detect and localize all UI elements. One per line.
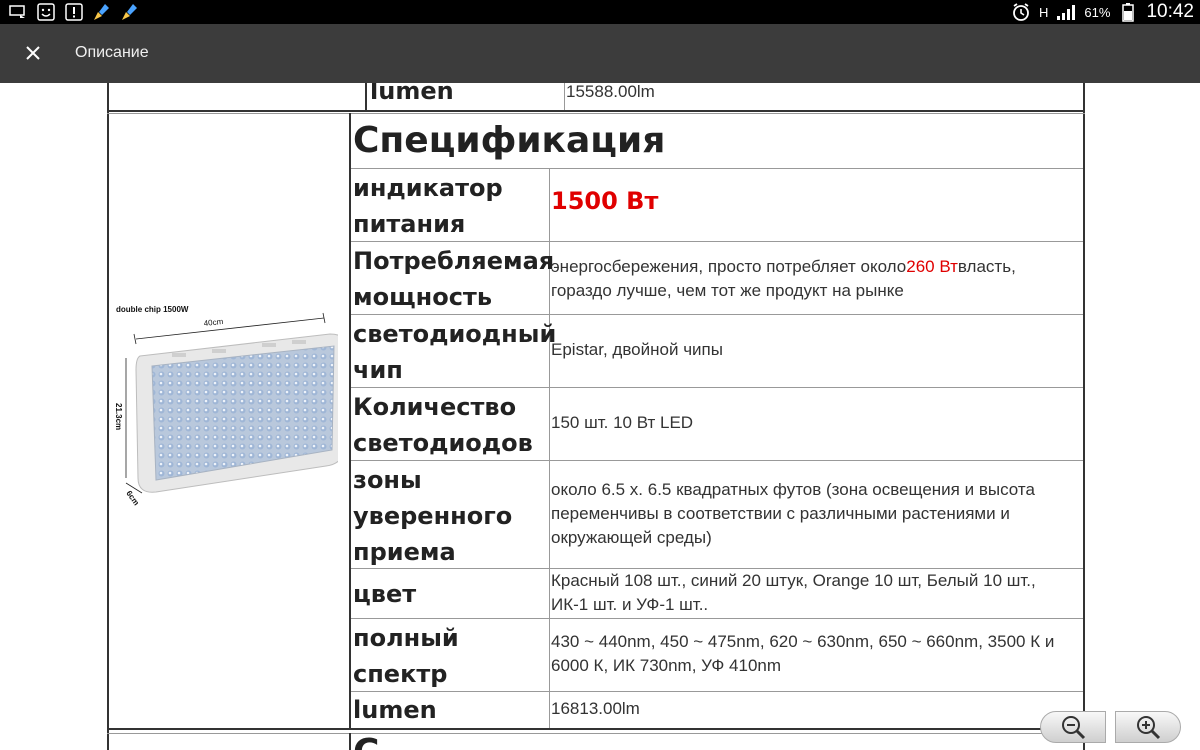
power-label: индикатор питания — [353, 174, 503, 238]
app-bar: Описание — [0, 24, 1200, 83]
spec-title: Спецификация — [353, 120, 666, 161]
alarm-icon — [1011, 2, 1031, 22]
lumen-label: lumen — [353, 696, 437, 724]
cleaner-icon-2 — [120, 2, 140, 22]
spectrum-label: полный спектр — [353, 624, 459, 688]
alert-icon — [64, 2, 84, 22]
close-button[interactable] — [18, 38, 48, 68]
color-label: цвет — [353, 580, 417, 608]
count-label: Количество светодиодов — [353, 393, 533, 457]
width-label: 40cm — [203, 317, 224, 328]
signal-icon — [1056, 2, 1076, 22]
power-value: 1500 Вт — [551, 187, 659, 215]
zoom-out-icon — [1062, 716, 1086, 740]
divider — [365, 83, 367, 110]
lumen-value: 16813.00lm — [551, 699, 640, 718]
count-value: 150 шт. 10 Вт LED — [551, 413, 694, 432]
notification-icons — [8, 2, 140, 22]
color-value: Красный 108 шт., синий 20 штук, Orange 1… — [551, 571, 1036, 614]
depth-label: 6cm — [124, 489, 141, 507]
zoom-in-icon — [1137, 716, 1161, 740]
divider — [107, 113, 1085, 114]
battery-percent: 61% — [1084, 4, 1111, 20]
zoom-out-button[interactable] — [1040, 711, 1106, 743]
divider — [351, 618, 1083, 619]
page-title: Описание — [75, 44, 149, 61]
spectrum-value: 430 ~ 440nm, 450 ~ 475nm, 620 ~ 630nm, 6… — [551, 632, 1055, 675]
cleaner-icon — [92, 2, 112, 22]
consumption-value: энергосбережения, просто потребляет окол… — [551, 257, 1016, 300]
face-icon — [36, 2, 56, 22]
next-section-title: С — [353, 731, 379, 750]
prev-lumen-label: lumen — [370, 83, 454, 105]
divider — [107, 728, 1085, 730]
divider — [349, 733, 351, 750]
zone-value: около 6.5 х. 6.5 квадратных футов (зона … — [551, 480, 1035, 547]
product-image: double chip 1500W 40cm 21.3cm 6cm — [112, 298, 349, 513]
divider — [351, 241, 1083, 242]
divider — [351, 387, 1083, 388]
clock: 10:42 — [1146, 1, 1194, 22]
divider — [351, 314, 1083, 315]
status-bar: H 61% 10:42 — [0, 0, 1200, 24]
divider — [351, 460, 1083, 461]
chip-label: светодиодный чип — [353, 320, 557, 384]
prev-lumen-value: 15588.00lm — [566, 83, 655, 101]
divider — [107, 733, 1085, 734]
zone-label: зоны уверенного приема — [353, 466, 513, 566]
cast-icon — [8, 2, 28, 22]
zoom-in-button[interactable] — [1115, 711, 1181, 743]
system-icons: H 61% 10:42 — [1011, 0, 1194, 24]
height-label: 21.3cm — [114, 403, 123, 430]
caption: double chip 1500W — [116, 305, 189, 314]
chip-value: Epistar, двойной чипы — [551, 340, 723, 359]
network-type: H — [1039, 4, 1049, 20]
divider — [349, 113, 351, 730]
divider — [107, 110, 1085, 112]
consumption-label: Потребляемая мощность — [353, 247, 555, 311]
divider — [351, 168, 1083, 169]
battery-icon — [1118, 2, 1138, 22]
description-content[interactable]: lumen 15588.00lm Спецификация индикатор … — [0, 83, 1200, 750]
close-icon — [26, 46, 40, 60]
